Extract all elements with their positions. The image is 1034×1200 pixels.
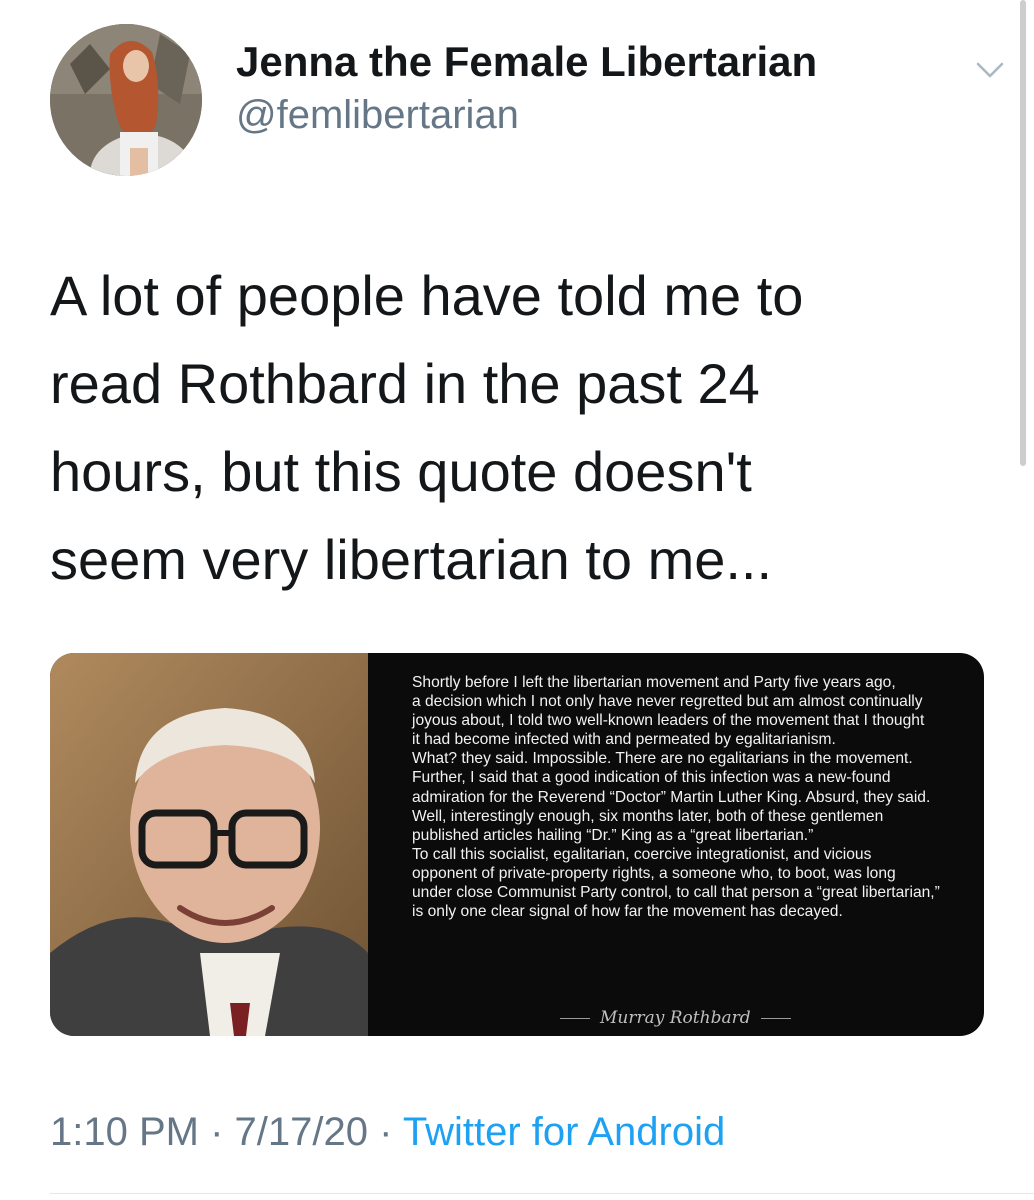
tweet-meta: 1:10 PM · 7/17/20 · Twitter for Android [50,1106,725,1158]
divider [50,1193,1034,1194]
divider [560,1017,590,1019]
attribution-name: Murray Rothbard [600,1008,751,1028]
meta-separator: · [210,1110,224,1154]
tweet-media-image[interactable]: Shortly before I left the libertarian mo… [50,653,984,1036]
tweet-source-link[interactable]: Twitter for Android [403,1110,725,1154]
avatar-image [50,24,202,176]
tweet-header: Jenna the Female Libertarian @femliberta… [50,24,1010,176]
display-name[interactable]: Jenna the Female Libertarian [236,38,817,86]
user-handle[interactable]: @femlibertarian [236,90,817,140]
tweet-date[interactable]: 7/17/20 [235,1110,368,1154]
tweet-text-line: read Rothbard in the past 24 [50,352,760,415]
quote-line: Shortly before I left the libertarian mo… [412,674,896,691]
quote-line: joyous about, I told two well-known lead… [412,712,925,730]
quote-line: under close Communist Party control, to … [412,884,940,902]
quote-line: a decision which I not only have never r… [412,693,923,711]
portrait-photo [50,653,368,1036]
quote-line: What? they said. Impossible. There are n… [412,750,913,768]
quote-line: is only one clear signal of how far the … [412,903,843,921]
avatar[interactable] [50,24,202,176]
quote-line: Further, I said that a good indication o… [412,769,891,787]
tweet-text-line: hours, but this quote doesn't [50,440,752,503]
quote-line: Well, interestingly enough, six months l… [412,807,884,825]
meta-separator: · [379,1110,393,1154]
tweet-text-line: A lot of people have told me to [50,264,804,327]
tweet-time[interactable]: 1:10 PM [50,1110,199,1154]
divider [760,1017,791,1019]
quote-line: it had become infected with and permeate… [412,731,836,749]
tweet-text-line: seem very libertarian to me... [50,528,773,591]
quote-text: Shortly before I left the libertarian mo… [412,673,982,921]
scrollbar[interactable] [1020,0,1026,466]
quote-line: To call this socialist, egalitarian, coe… [412,845,872,863]
quote-line: opponent of private-property rights, a s… [412,864,896,882]
user-names: Jenna the Female Libertarian @femliberta… [236,38,817,140]
chevron-down-icon[interactable] [970,54,1010,84]
quote-attribution: Murray Rothbard [560,1008,791,1028]
quote-line: published articles hailing “Dr.” King as… [412,826,814,844]
tweet-text: A lot of people have told me to read Rot… [50,252,990,604]
quote-line: admiration for the Reverend “Doctor” Mar… [412,788,931,806]
